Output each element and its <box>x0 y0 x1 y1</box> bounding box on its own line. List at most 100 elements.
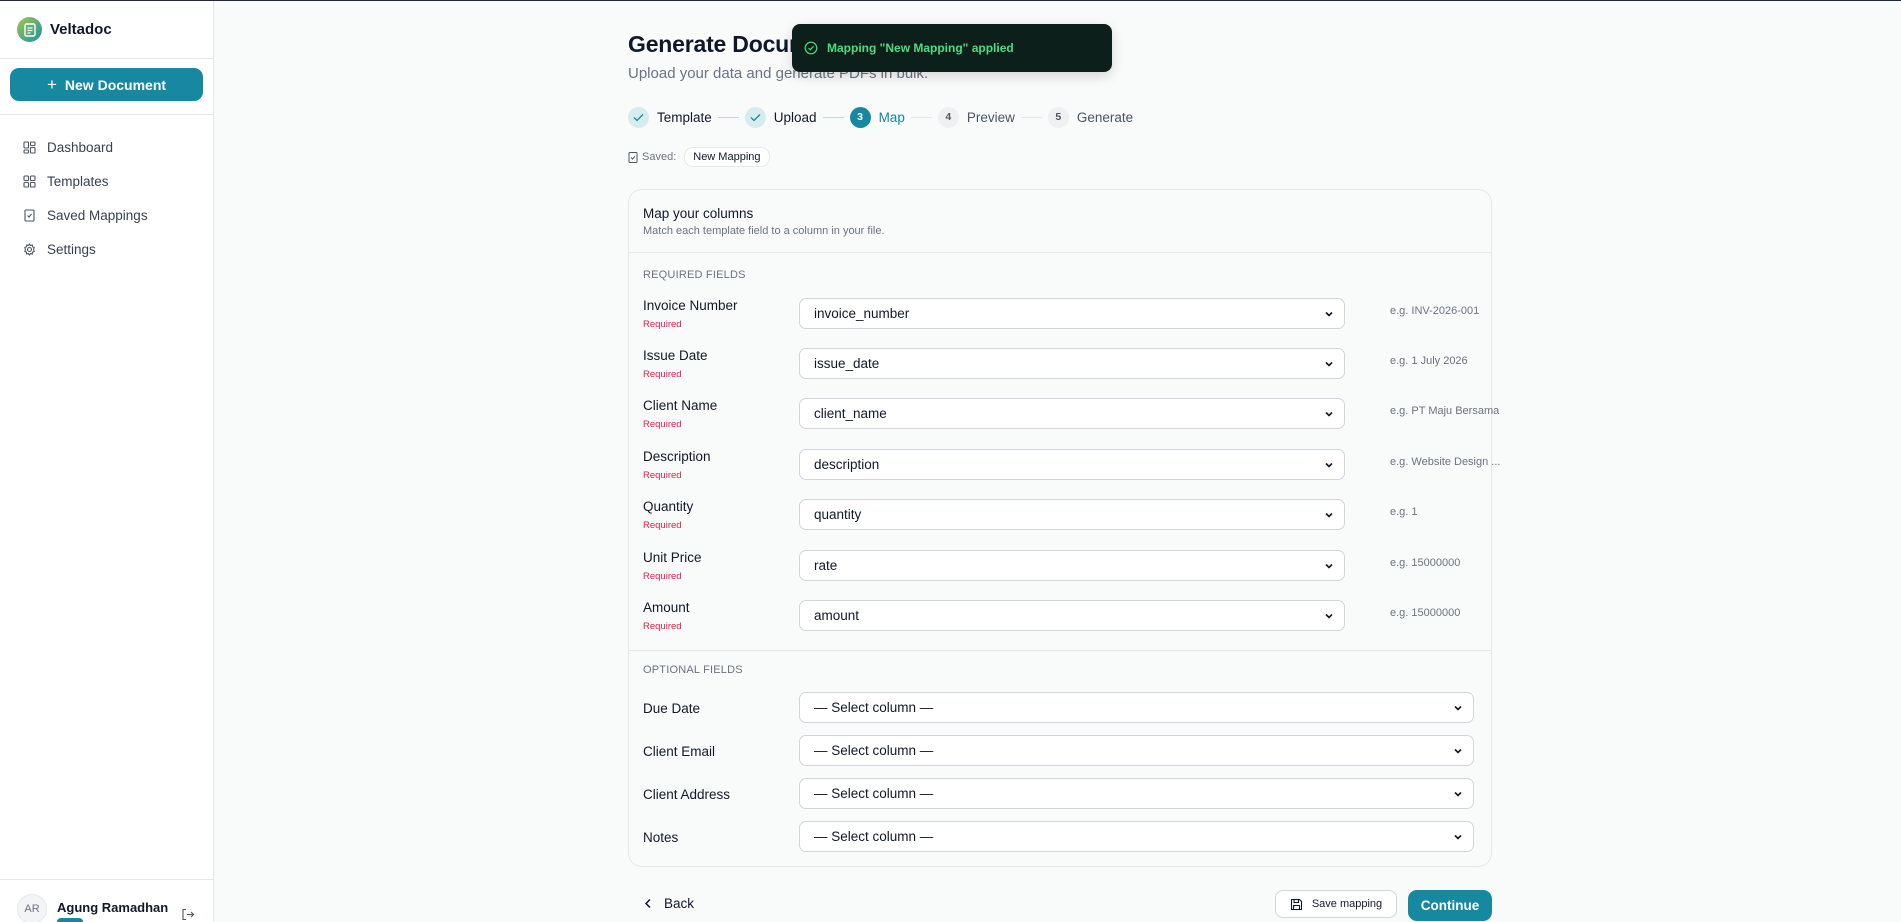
field-label: Invoice Number <box>643 298 738 313</box>
field-hint: e.g. 15000000 <box>1390 557 1461 569</box>
sidebar-item-settings[interactable]: Settings <box>0 232 213 266</box>
field-hint: e.g. PT Maju Bersama <box>1390 405 1500 417</box>
column-select[interactable]: invoice_number <box>799 298 1345 329</box>
step-label: Preview <box>966 109 1015 125</box>
select-value: — Select column — <box>814 829 934 844</box>
saved-label: Saved: <box>642 151 677 163</box>
logout-icon[interactable] <box>181 908 195 921</box>
sidebar-item-label: Saved Mappings <box>47 207 148 223</box>
column-select[interactable]: rate <box>799 550 1345 581</box>
new-document-area: + New Document <box>0 59 213 115</box>
back-button[interactable]: Back <box>644 896 694 911</box>
chevron-down-icon <box>1454 705 1462 711</box>
chevron-down-icon <box>1454 834 1462 840</box>
card-title: Map your columns <box>643 206 754 221</box>
column-select[interactable]: client_name <box>799 398 1345 429</box>
required-tag: Required <box>643 369 682 380</box>
bookmark-icon <box>628 151 638 163</box>
new-document-label: New Document <box>64 76 167 93</box>
step-map[interactable]: 3 Map <box>849 106 905 128</box>
required-tag: Required <box>643 470 682 481</box>
step-generate[interactable]: 5 Generate <box>1047 106 1134 128</box>
field-hint: e.g. INV-2026-001 <box>1390 305 1480 317</box>
column-select[interactable]: description <box>799 449 1345 480</box>
brand[interactable]: Veltadoc <box>0 1 213 59</box>
select-value: client_name <box>814 406 887 421</box>
column-select[interactable]: quantity <box>799 499 1345 530</box>
step-connector <box>1020 116 1042 118</box>
chevron-down-icon <box>1454 791 1462 797</box>
toast-message: Mapping "New Mapping" applied <box>827 41 1014 55</box>
field-hint: e.g. Website Design ... <box>1390 456 1501 468</box>
required-tag: Required <box>643 419 682 430</box>
field-row: Notes — Select column — <box>643 817 1479 857</box>
field-row: Client Name Required client_name e.g. PT… <box>643 394 1499 434</box>
card-description: Match each template field to a column in… <box>643 225 885 237</box>
continue-button[interactable]: Continue <box>1408 890 1492 921</box>
bookmark-icon <box>24 208 35 222</box>
sidebar: Veltadoc + New Document Dashboard Templa… <box>0 1 214 922</box>
field-label: Notes <box>643 830 679 845</box>
card-header: Map your columns Match each template fie… <box>629 190 1491 253</box>
field-row: Amount Required amount e.g. 15000000 <box>643 596 1479 636</box>
section-divider <box>629 650 1491 651</box>
saved-mapping-indicator: Saved: New Mapping <box>628 147 770 167</box>
required-tag: Required <box>643 621 682 632</box>
column-select[interactable]: — Select column — <box>799 692 1474 723</box>
sidebar-item-label: Dashboard <box>47 139 114 155</box>
chevron-down-icon <box>1325 411 1333 417</box>
select-value: rate <box>814 558 838 573</box>
chevron-left-icon <box>644 898 651 909</box>
step-preview[interactable]: 4 Preview <box>937 106 1015 128</box>
column-select[interactable]: amount <box>799 600 1345 631</box>
step-template[interactable]: Template <box>628 106 712 128</box>
save-mapping-button[interactable]: Save mapping <box>1275 890 1397 918</box>
gear-icon <box>24 242 35 256</box>
step-upload[interactable]: Upload <box>744 106 817 128</box>
sidebar-item-label: Settings <box>47 241 96 257</box>
sidebar-item-saved-mappings[interactable]: Saved Mappings <box>0 198 213 232</box>
column-select[interactable]: — Select column — <box>799 778 1474 809</box>
field-hint: e.g. 1 July 2026 <box>1390 355 1468 367</box>
required-section-label: REQUIRED FIELDS <box>643 269 746 281</box>
select-value: issue_date <box>814 356 880 371</box>
toast-notification: Mapping "New Mapping" applied <box>792 24 1112 72</box>
avatar[interactable]: AR <box>17 894 47 922</box>
select-value: description <box>814 457 880 472</box>
field-row: Issue Date Required issue_date e.g. 1 Ju… <box>643 344 1479 384</box>
select-value: — Select column — <box>814 743 934 758</box>
chevron-down-icon <box>1454 748 1462 754</box>
select-value: amount <box>814 608 860 623</box>
field-row: Description Required description e.g. We… <box>643 445 1500 485</box>
user-name: Agung Ramadhan <box>57 900 169 915</box>
chevron-down-icon <box>1325 563 1333 569</box>
field-label: Amount <box>643 600 690 615</box>
required-tag: Required <box>643 571 682 582</box>
select-value: — Select column — <box>814 700 934 715</box>
column-select[interactable]: — Select column — <box>799 821 1474 852</box>
save-icon <box>1290 898 1302 910</box>
chevron-down-icon <box>1325 462 1333 468</box>
user-profile: AR Agung Ramadhan <box>0 879 214 922</box>
check-icon <box>628 106 649 128</box>
step-label: Map <box>878 109 905 125</box>
select-value: quantity <box>814 507 862 522</box>
back-label: Back <box>664 896 695 911</box>
field-label: Unit Price <box>643 550 702 565</box>
field-row: Due Date — Select column — <box>643 688 1479 728</box>
new-document-button[interactable]: + New Document <box>10 68 203 101</box>
step-number: 5 <box>1047 106 1069 128</box>
field-label: Client Email <box>643 744 716 759</box>
sidebar-item-dashboard[interactable]: Dashboard <box>0 130 213 164</box>
field-label: Issue Date <box>643 348 708 363</box>
step-label: Generate <box>1076 109 1134 125</box>
check-icon <box>744 106 766 128</box>
column-select[interactable]: issue_date <box>799 348 1345 379</box>
sidebar-item-templates[interactable]: Templates <box>0 164 213 198</box>
column-select[interactable]: — Select column — <box>799 735 1474 766</box>
field-hint: e.g. 1 <box>1390 506 1418 518</box>
saved-mapping-chip[interactable]: New Mapping <box>684 147 770 167</box>
step-label: Template <box>657 109 712 125</box>
field-row: Unit Price Required rate e.g. 15000000 <box>643 546 1479 586</box>
field-label: Quantity <box>643 499 694 514</box>
